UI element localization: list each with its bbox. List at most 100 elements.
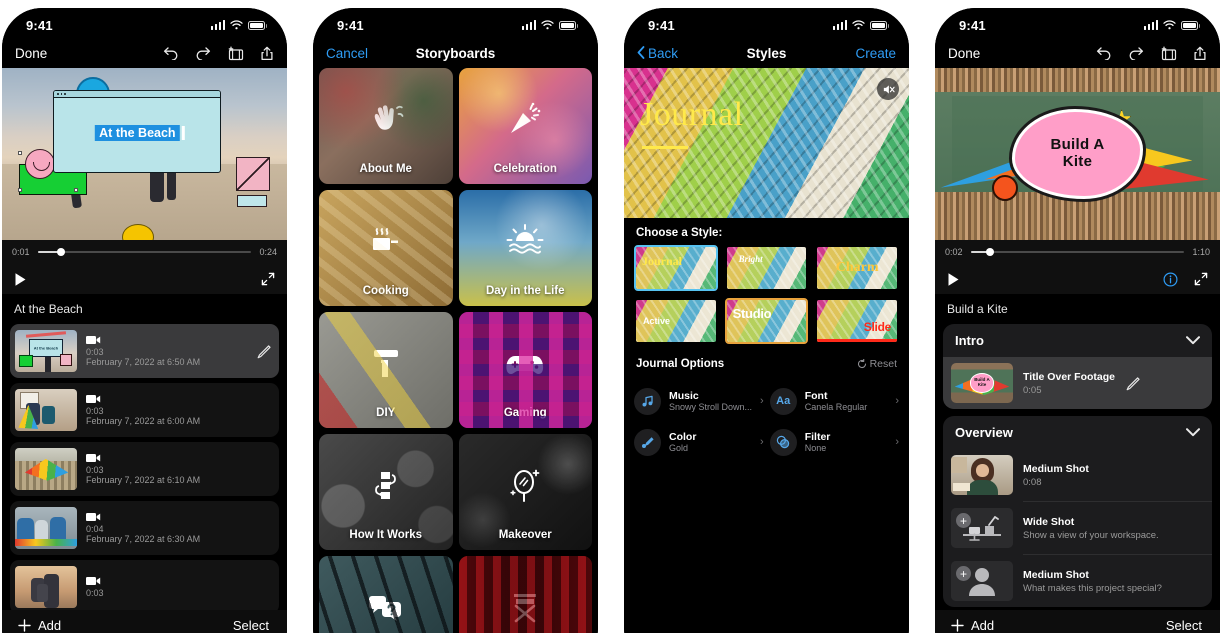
clip-thumbnail: [15, 566, 77, 608]
shot-thumbnail[interactable]: +: [951, 561, 1013, 601]
style-grid[interactable]: Journal Bright Charm Active Studio Slide: [624, 245, 909, 344]
info-icon[interactable]: [1163, 271, 1178, 287]
storyboard-tile-diy[interactable]: DIY: [319, 312, 453, 428]
redo-icon[interactable]: [1128, 46, 1144, 60]
pencil-icon[interactable]: [1125, 376, 1140, 391]
add-button[interactable]: Add: [18, 618, 61, 633]
done-button[interactable]: Done: [948, 46, 980, 61]
create-button[interactable]: Create: [855, 46, 896, 61]
wood-strip-bottom: [935, 191, 1220, 240]
style-cell-active[interactable]: Active: [634, 298, 718, 344]
chevron-down-icon[interactable]: [1186, 336, 1200, 345]
scrubber-knob[interactable]: [57, 248, 66, 256]
shot-row[interactable]: + Medium Shot What makes this project sp…: [943, 555, 1212, 607]
process-flow-icon: [374, 472, 396, 499]
add-shot-icon[interactable]: +: [956, 566, 971, 581]
undo-icon[interactable]: [1096, 46, 1112, 60]
video-preview[interactable]: At the Beach: [2, 68, 287, 240]
clip-date: February 7, 2022 at 6:00 AM: [86, 416, 201, 426]
add-shot-icon[interactable]: +: [956, 513, 971, 528]
storyboard-tile-makeover[interactable]: Makeover: [458, 434, 592, 550]
add-media-icon[interactable]: [227, 46, 244, 61]
shot-row[interactable]: + Wide Shot Show a view of your workspac…: [943, 502, 1212, 554]
add-media-icon[interactable]: [1160, 46, 1177, 61]
group-header[interactable]: Intro: [943, 324, 1212, 357]
title-text[interactable]: At the Beach: [95, 125, 185, 142]
done-button[interactable]: Done: [15, 46, 47, 61]
scrubber[interactable]: 0:02 1:10: [935, 240, 1220, 264]
selection-handle[interactable]: [18, 151, 22, 155]
scrubber-track[interactable]: [970, 248, 1185, 256]
shot-row[interactable]: Build A Kite Title Over Footage 0:05: [943, 357, 1212, 409]
tile-label: Cooking: [362, 285, 409, 297]
style-preview[interactable]: Journal: [624, 68, 909, 218]
pencil-icon[interactable]: [256, 344, 271, 359]
expand-icon[interactable]: [261, 272, 275, 286]
option-music[interactable]: Music Snowy Stroll Down... ›: [634, 382, 764, 420]
wood-strip-top: [935, 68, 1220, 93]
options-header: Journal Options: [636, 358, 725, 370]
option-font[interactable]: Aa Font Canela Regular ›: [769, 382, 899, 420]
video-icon: [86, 395, 101, 403]
style-cell-studio[interactable]: Studio: [724, 298, 809, 344]
clip-row[interactable]: 0:03: [10, 560, 279, 614]
clip-row[interactable]: 0:03 February 7, 2022 at 6:10 AM: [10, 442, 279, 496]
play-icon[interactable]: [14, 272, 27, 287]
style-cell-slide[interactable]: Slide: [815, 298, 899, 344]
clip-duration: 0:03: [86, 347, 104, 357]
choose-style-label: Choose a Style:: [636, 227, 723, 239]
video-preview[interactable]: Build A Kite: [935, 68, 1220, 240]
select-button[interactable]: Select: [233, 618, 269, 633]
status-bar: 9:41: [313, 8, 598, 38]
title-bubble[interactable]: Build A Kite: [1011, 109, 1144, 199]
back-button[interactable]: Back: [637, 46, 678, 61]
shot-detail: 0:05: [1023, 384, 1042, 396]
storyboard-tile-about-me[interactable]: About Me: [319, 68, 453, 184]
shot-thumbnail[interactable]: +: [951, 508, 1013, 548]
scrubber[interactable]: 0:01 0:24: [2, 240, 287, 264]
selection-handle[interactable]: [74, 188, 78, 192]
expand-icon[interactable]: [1194, 272, 1208, 286]
style-options-grid[interactable]: Music Snowy Stroll Down... › Aa Font Canel…: [624, 376, 909, 461]
clip-list[interactable]: 0:03 February 7, 2022 at 6:50 AM 0:03 Fe…: [2, 324, 287, 633]
clip-row[interactable]: 0:03 February 7, 2022 at 6:50 AM: [10, 324, 279, 378]
undo-icon[interactable]: [163, 46, 179, 60]
style-cell-bright[interactable]: Bright: [725, 245, 809, 291]
storyboard-tile-day-in-the-life[interactable]: Day in the Life: [458, 190, 592, 306]
reset-button[interactable]: Reset: [857, 358, 897, 370]
storyboard-tile-gaming[interactable]: Gaming: [458, 312, 592, 428]
option-filter[interactable]: Filter None ›: [769, 423, 899, 461]
style-cell-journal[interactable]: Journal: [634, 245, 718, 291]
play-icon[interactable]: [947, 272, 960, 287]
clip-row[interactable]: 0:03 February 7, 2022 at 6:00 AM: [10, 383, 279, 437]
redo-icon[interactable]: [195, 46, 211, 60]
speaker-muted-icon[interactable]: [877, 78, 899, 100]
style-cell-charm[interactable]: Charm: [815, 245, 899, 291]
chevron-right-icon: ›: [760, 395, 764, 407]
storyboard-tile-celebration[interactable]: Celebration: [458, 68, 592, 184]
clip-date: February 7, 2022 at 6:50 AM: [86, 357, 201, 367]
selection-handle[interactable]: [18, 188, 22, 192]
clip-duration: 0:03: [86, 465, 104, 475]
chevron-down-icon[interactable]: [1186, 428, 1200, 437]
storyboard-tile-film[interactable]: Film: [458, 556, 592, 633]
select-button[interactable]: Select: [1166, 618, 1202, 633]
storyboard-tile-qa[interactable]: Q&A: [319, 556, 453, 633]
title-card-window[interactable]: At the Beach: [53, 90, 222, 173]
scrubber-track[interactable]: [37, 248, 252, 256]
reset-label: Reset: [869, 358, 897, 370]
group-header[interactable]: Overview: [943, 416, 1212, 449]
share-icon[interactable]: [1193, 46, 1207, 61]
cancel-button[interactable]: Cancel: [326, 46, 368, 61]
share-icon[interactable]: [260, 46, 274, 61]
clip-row[interactable]: 0:04 February 7, 2022 at 6:30 AM: [10, 501, 279, 555]
scrubber-knob[interactable]: [985, 248, 994, 256]
storyboard-tile-how-it-works[interactable]: How It Works: [319, 434, 453, 550]
add-label: Add: [971, 618, 995, 633]
shot-row[interactable]: Medium Shot 0:08: [943, 449, 1212, 501]
storyboard-grid[interactable]: About Me Celebration Cooking Day in the …: [313, 68, 598, 633]
shot-list[interactable]: Intro Build A Kite Title Over Footage 0:0…: [935, 324, 1220, 633]
add-button[interactable]: Add: [951, 618, 994, 633]
option-color[interactable]: Color Gold ›: [634, 423, 764, 461]
storyboard-tile-cooking[interactable]: Cooking: [319, 190, 453, 306]
